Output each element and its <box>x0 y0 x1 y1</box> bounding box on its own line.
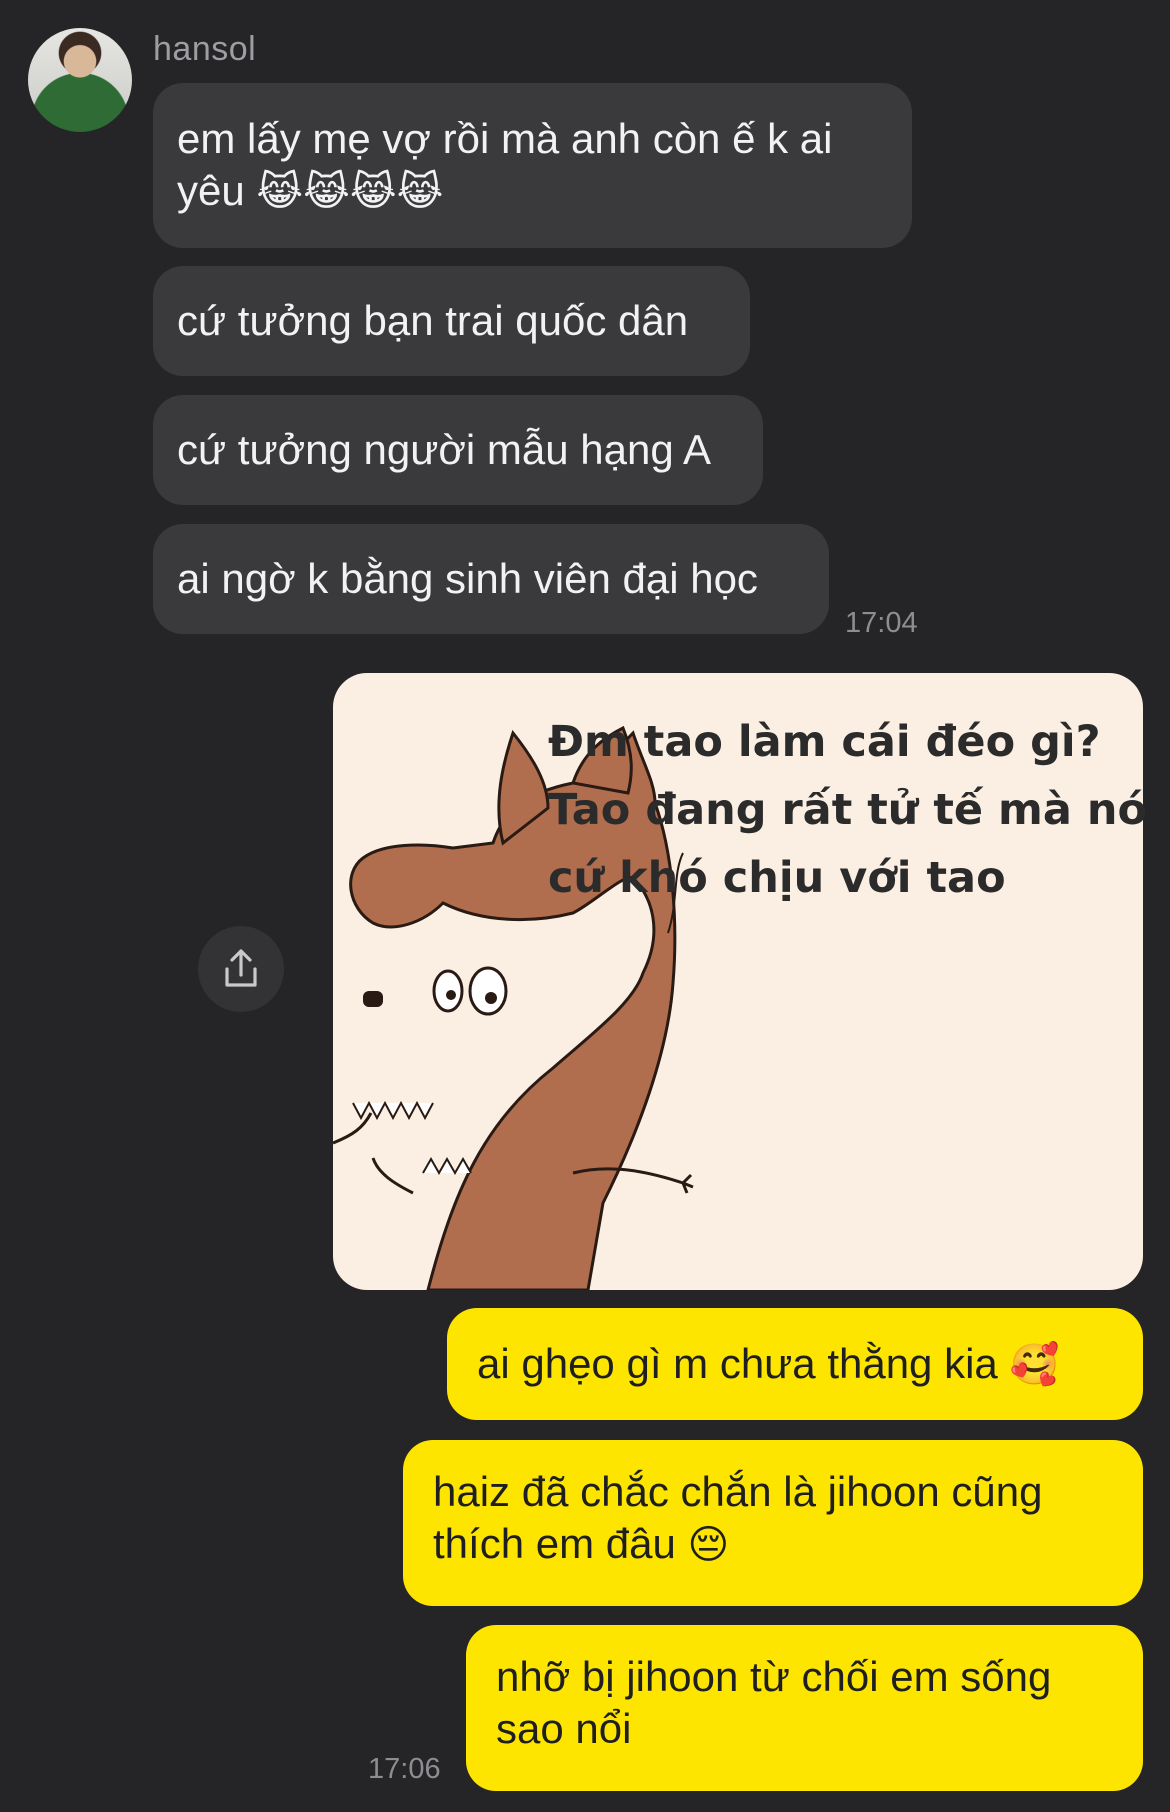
meme-caption: Đm tao làm cái đéo gì? Tao đang rất tử t… <box>548 708 1147 912</box>
message-text: ai ghẹo gì m chưa thằng kia <box>477 1340 998 1387</box>
message-text-line: yêu 😹😹😹😹 <box>177 165 888 218</box>
message-timestamp: 17:04 <box>845 607 918 639</box>
message-text-line: sao nổi <box>496 1705 632 1752</box>
message-timestamp: 17:06 <box>368 1753 441 1785</box>
message-text: ai ngờ k bằng sinh viên đại học <box>177 555 758 602</box>
meme-caption-line: Đm tao làm cái đéo gì? <box>548 717 1101 767</box>
outgoing-message-1[interactable]: ai ghẹo gì m chưa thằng kia 🥰 <box>447 1308 1143 1420</box>
incoming-message-4[interactable]: ai ngờ k bằng sinh viên đại học <box>153 524 829 634</box>
outgoing-message-3[interactable]: nhỡ bị jihoon từ chối em sống sao nổi <box>466 1625 1143 1791</box>
incoming-message-2[interactable]: cứ tưởng bạn trai quốc dân <box>153 266 750 376</box>
message-text: yêu <box>177 167 245 214</box>
incoming-message-3[interactable]: cứ tưởng người mẫu hạng A <box>153 395 763 505</box>
smiling-hearts-emoji: 🥰 <box>1009 1342 1060 1388</box>
contact-avatar[interactable] <box>28 28 132 132</box>
message-text-line: haiz đã chắc chắn là jihoon cũng <box>433 1468 1043 1515</box>
message-text-line: em lấy mẹ vợ rồi mà anh còn ế k ai <box>177 115 833 162</box>
share-icon <box>225 949 257 987</box>
sender-name: hansol <box>153 30 257 68</box>
outgoing-message-2[interactable]: haiz đã chắc chắn là jihoon cũng thích e… <box>403 1440 1143 1606</box>
message-text: cứ tưởng bạn trai quốc dân <box>177 297 689 344</box>
incoming-message-1[interactable]: em lấy mẹ vợ rồi mà anh còn ế k ai yêu 😹… <box>153 83 912 248</box>
meme-caption-line: cứ khó chịu với tao <box>548 853 1006 903</box>
pensive-face-emoji: 😔 <box>687 1522 730 1568</box>
message-text: thích em đâu <box>433 1520 676 1567</box>
share-button[interactable] <box>198 926 284 1012</box>
message-text-line: thích em đâu 😔 <box>433 1518 1143 1571</box>
message-text: cứ tưởng người mẫu hạng A <box>177 426 712 473</box>
meme-caption-line: Tao đang rất tử tế mà nó <box>548 785 1147 835</box>
message-text-line: nhỡ bị jihoon từ chối em sống <box>496 1653 1052 1700</box>
crying-cat-emoji: 😹😹😹😹 <box>256 169 444 215</box>
